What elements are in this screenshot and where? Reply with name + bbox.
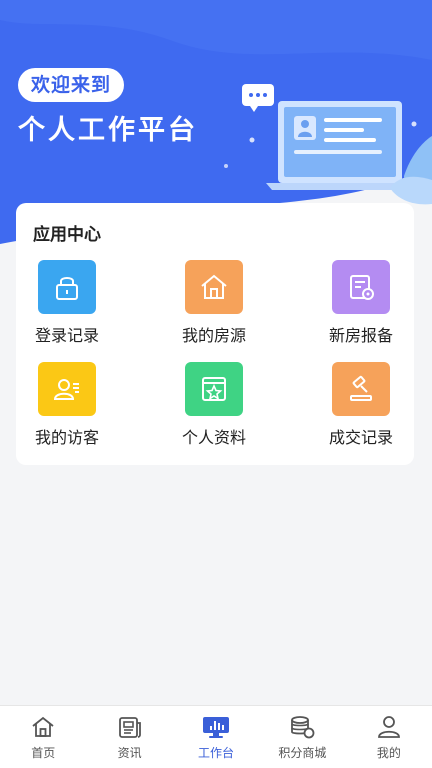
tab-points-mall[interactable]: 积分商城	[259, 706, 345, 768]
app-label: 我的访客	[34, 428, 99, 447]
tab-label: 我的	[376, 746, 401, 760]
document-gear-icon	[332, 260, 390, 314]
workbench-icon	[202, 714, 230, 740]
tab-label: 资讯	[117, 746, 142, 760]
tab-home[interactable]: 首页	[0, 706, 86, 768]
app-new-house-filing[interactable]: 新房报备	[311, 260, 411, 350]
user-icon	[375, 714, 403, 740]
home-icon	[29, 714, 57, 740]
app-login-records[interactable]: 登录记录	[17, 260, 117, 350]
app-label: 成交记录	[328, 428, 393, 447]
house-icon	[185, 260, 243, 314]
app-deal-records[interactable]: 成交记录	[311, 362, 411, 452]
lock-icon	[38, 260, 96, 314]
bottom-tab-bar: 首页 资讯 工作台 积分商城 我的	[0, 705, 432, 768]
tab-label: 首页	[31, 746, 56, 760]
tab-label: 工作台	[198, 746, 235, 760]
app-label: 新房报备	[328, 326, 393, 345]
visitor-icon	[38, 362, 96, 416]
platform-title: 个人工作平台	[18, 115, 198, 146]
app-center-card: 应用中心 登录记录 我的房源 新房报备 我的访客 个人资料 成交记录	[16, 203, 414, 465]
news-icon	[116, 714, 144, 740]
app-center-title: 应用中心	[33, 225, 101, 245]
tab-news[interactable]: 资讯	[86, 706, 172, 768]
laptop-illustration	[224, 84, 432, 205]
app-label: 登录记录	[34, 326, 99, 345]
tab-label: 积分商城	[278, 746, 327, 760]
app-personal-profile[interactable]: 个人资料	[164, 362, 264, 452]
app-label: 个人资料	[181, 428, 246, 447]
welcome-badge: 欢迎来到	[18, 68, 125, 102]
profile-star-icon	[185, 362, 243, 416]
app-label: 我的房源	[181, 326, 246, 345]
tab-workbench[interactable]: 工作台	[173, 706, 259, 768]
coins-icon	[288, 714, 316, 740]
app-my-visitors[interactable]: 我的访客	[17, 362, 117, 452]
gavel-icon	[332, 362, 390, 416]
app-my-listings[interactable]: 我的房源	[164, 260, 264, 350]
tab-mine[interactable]: 我的	[346, 706, 432, 768]
